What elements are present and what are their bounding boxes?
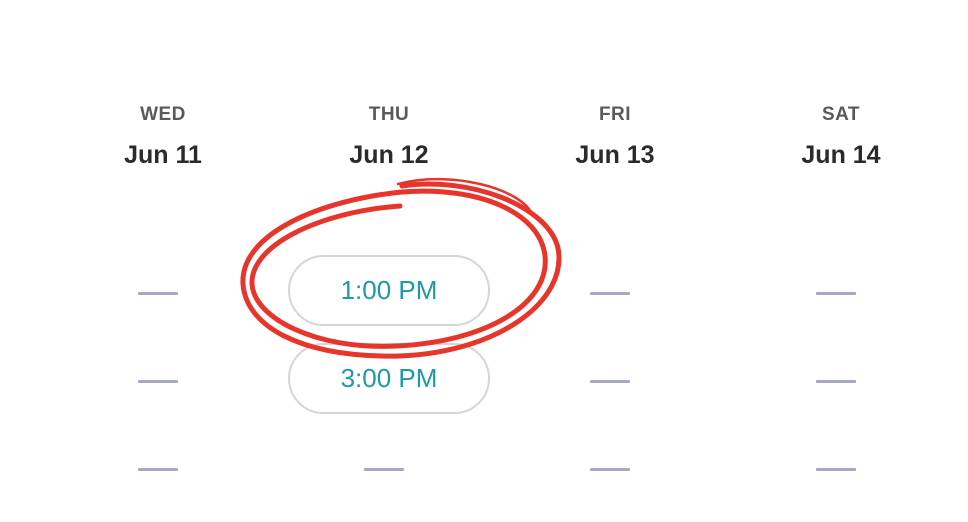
unavailable-slot-dash: [138, 292, 178, 295]
time-slot-button-1pm[interactable]: 1:00 PM: [288, 255, 490, 326]
date-label: Jun 12: [349, 141, 429, 169]
availability-calendar: WED Jun 11 THU Jun 12 1:00 PM 3:00 PM FR…: [0, 0, 968, 522]
date-label: Jun 11: [124, 141, 202, 169]
day-column-wed: WED Jun 11: [50, 0, 276, 522]
date-label: Jun 14: [801, 141, 881, 169]
unavailable-slot-dash: [138, 380, 178, 383]
unavailable-slot-dash: [364, 468, 404, 471]
unavailable-slot-dash: [590, 292, 630, 295]
weekday-label: WED: [140, 104, 186, 125]
weekday-label: THU: [368, 104, 410, 125]
unavailable-slot-dash: [138, 468, 178, 471]
day-column-fri: FRI Jun 13: [502, 0, 728, 522]
day-column-thu: THU Jun 12 1:00 PM 3:00 PM: [276, 0, 502, 522]
time-slot-button-3pm[interactable]: 3:00 PM: [288, 343, 490, 414]
unavailable-slot-dash: [816, 292, 856, 295]
date-label: Jun 13: [575, 141, 655, 169]
weekday-label: SAT: [821, 104, 861, 125]
weekday-label: FRI: [598, 104, 632, 125]
unavailable-slot-dash: [816, 380, 856, 383]
unavailable-slot-dash: [590, 468, 630, 471]
unavailable-slot-dash: [590, 380, 630, 383]
unavailable-slot-dash: [816, 468, 856, 471]
day-column-sat: SAT Jun 14: [728, 0, 954, 522]
